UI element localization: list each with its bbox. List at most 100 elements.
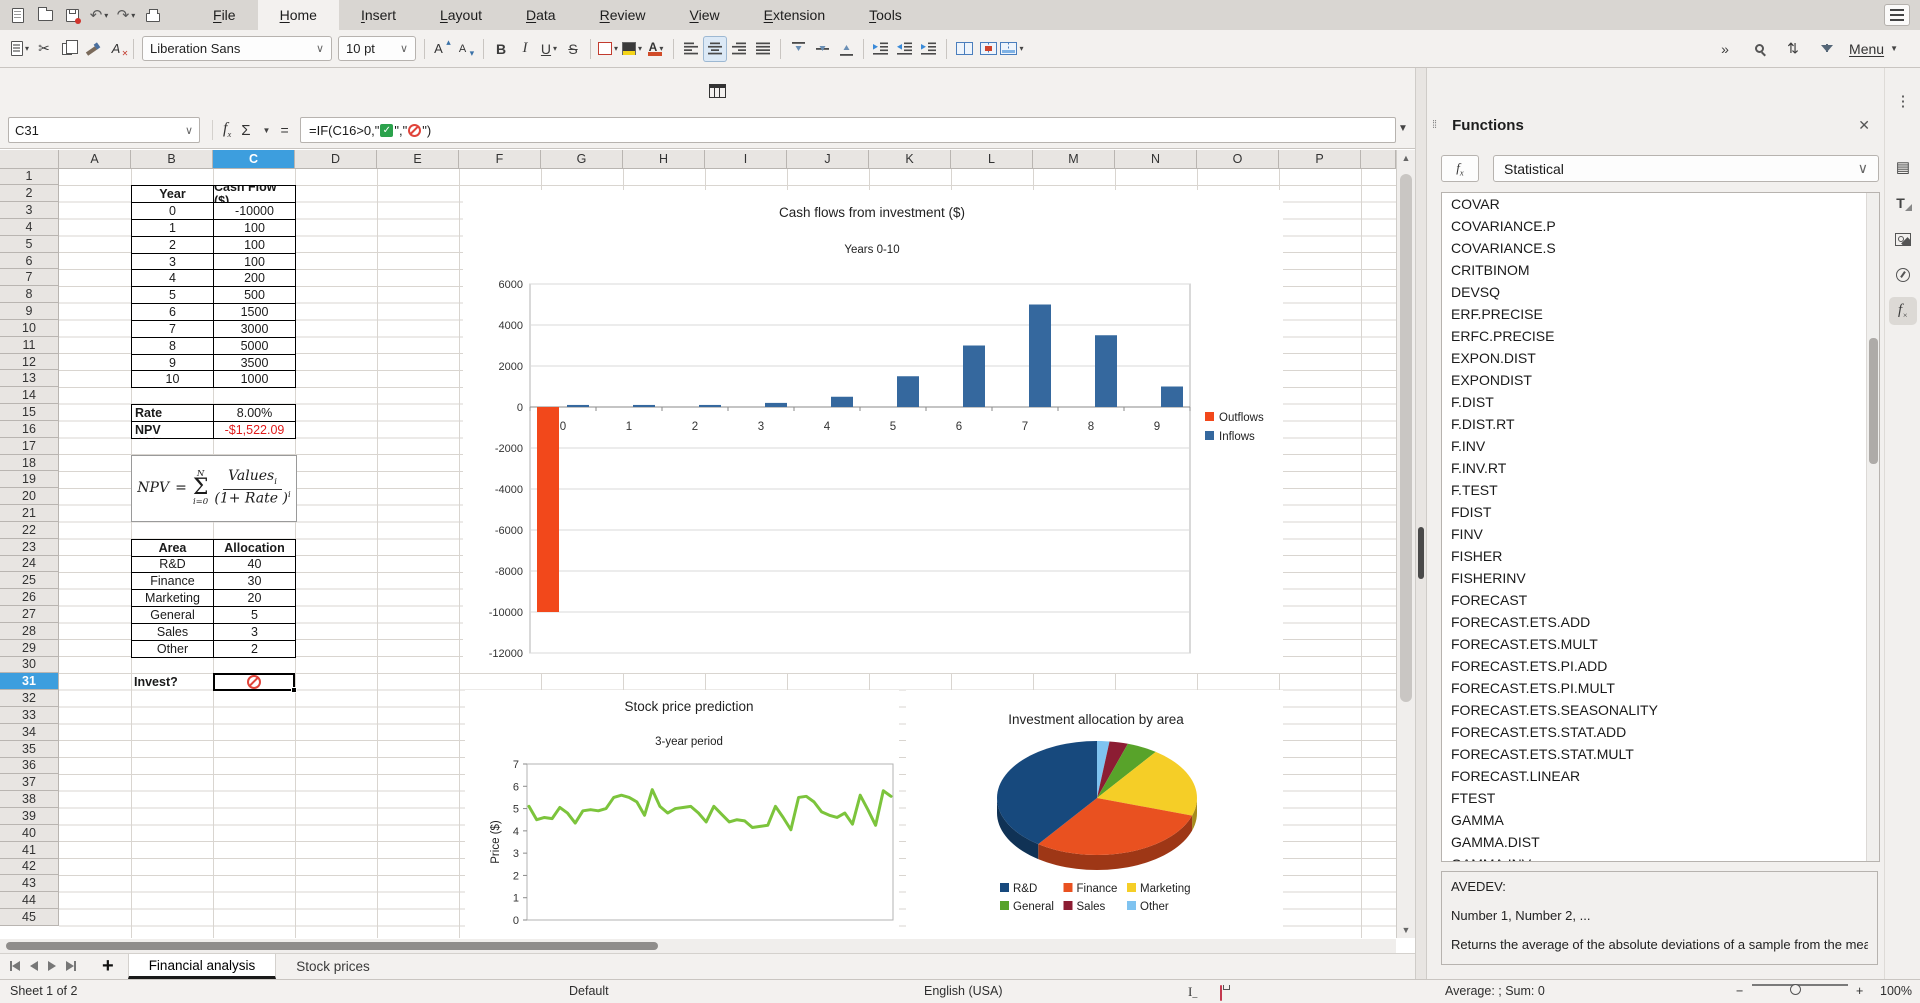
vertical-scrollbar[interactable]: ▲ ▼ bbox=[1396, 150, 1415, 938]
align-right-icon[interactable] bbox=[727, 36, 751, 62]
table-cell[interactable]: 1000 bbox=[214, 371, 296, 388]
function-list-item[interactable]: FISHERINV bbox=[1442, 567, 1879, 589]
row-header-5[interactable]: 5 bbox=[0, 236, 59, 253]
name-box[interactable]: C31∨ bbox=[8, 117, 200, 143]
table-cell[interactable]: 2 bbox=[132, 237, 214, 254]
column-header-K[interactable]: K bbox=[869, 150, 951, 169]
table-cell[interactable]: 1500 bbox=[214, 304, 296, 321]
column-header-A[interactable]: A bbox=[59, 150, 131, 169]
function-list-item[interactable]: FORECAST.ETS.PI.ADD bbox=[1442, 655, 1879, 677]
borders-icon[interactable]: ▾ bbox=[596, 36, 620, 62]
table-cell[interactable]: 100 bbox=[214, 237, 296, 254]
row-header-8[interactable]: 8 bbox=[0, 286, 59, 303]
menu-tab-data[interactable]: Data bbox=[504, 0, 578, 30]
function-list-item[interactable]: FORECAST.ETS.MULT bbox=[1442, 633, 1879, 655]
copy-icon[interactable] bbox=[56, 36, 80, 62]
row-header-11[interactable]: 11 bbox=[0, 337, 59, 354]
row-header-34[interactable]: 34 bbox=[0, 724, 59, 741]
row-header-43[interactable]: 43 bbox=[0, 875, 59, 892]
row-header-19[interactable]: 19 bbox=[0, 471, 59, 488]
row-header-3[interactable]: 3 bbox=[0, 202, 59, 219]
category-select[interactable]: Statistical∨ bbox=[1493, 155, 1879, 182]
column-header-partial[interactable] bbox=[1361, 150, 1396, 169]
grow-font-icon[interactable]: A bbox=[430, 36, 454, 62]
menu-tab-tools[interactable]: Tools bbox=[847, 0, 924, 30]
menu-tab-file[interactable]: File bbox=[191, 0, 258, 30]
menu-tab-home[interactable]: Home bbox=[258, 0, 339, 30]
last-sheet-icon[interactable] bbox=[66, 958, 76, 976]
row-header-15[interactable]: 15 bbox=[0, 404, 59, 421]
table-cell[interactable]: 40 bbox=[214, 557, 296, 574]
table-cell[interactable]: NPV bbox=[132, 422, 214, 439]
table-cell[interactable]: 500 bbox=[214, 287, 296, 304]
function-list-item[interactable]: FINV bbox=[1442, 523, 1879, 545]
table-cell[interactable]: Rate bbox=[132, 405, 214, 422]
merge-cells-icon[interactable] bbox=[952, 36, 976, 62]
autosum-dropdown-icon[interactable]: ▼ bbox=[263, 126, 271, 135]
column-header-G[interactable]: G bbox=[541, 150, 623, 169]
row-header-30[interactable]: 30 bbox=[0, 657, 59, 674]
sidebar-settings-icon[interactable]: ⋮ bbox=[1889, 87, 1917, 115]
function-list-item[interactable]: F.INV.RT bbox=[1442, 457, 1879, 479]
merge-center-icon[interactable] bbox=[976, 36, 1000, 62]
table-cell[interactable]: 3000 bbox=[214, 321, 296, 338]
row-header-26[interactable]: 26 bbox=[0, 589, 59, 606]
clone-formatting-icon[interactable] bbox=[80, 36, 104, 62]
row-header-14[interactable]: 14 bbox=[0, 387, 59, 404]
sidebar-deck-properties-icon[interactable]: ▤ bbox=[1889, 153, 1917, 181]
select-all-corner[interactable] bbox=[0, 150, 59, 169]
row-header-32[interactable]: 32 bbox=[0, 690, 59, 707]
row-header-42[interactable]: 42 bbox=[0, 859, 59, 876]
row-header-44[interactable]: 44 bbox=[0, 892, 59, 909]
function-list-item[interactable]: FORECAST.ETS.SEASONALITY bbox=[1442, 699, 1879, 721]
table-cell[interactable]: Year bbox=[132, 186, 214, 203]
italic-icon[interactable]: I bbox=[513, 36, 537, 62]
previous-sheet-icon[interactable] bbox=[30, 958, 38, 976]
function-list-item[interactable]: COVARIANCE.P bbox=[1442, 215, 1879, 237]
row-header-27[interactable]: 27 bbox=[0, 606, 59, 623]
autofilter-icon[interactable] bbox=[1815, 36, 1839, 62]
function-list-item[interactable]: ERFC.PRECISE bbox=[1442, 325, 1879, 347]
row-header-35[interactable]: 35 bbox=[0, 741, 59, 758]
function-list-scrollbar-thumb[interactable] bbox=[1869, 338, 1878, 464]
menu-tab-extension[interactable]: Extension bbox=[742, 0, 848, 30]
first-sheet-icon[interactable] bbox=[10, 958, 20, 976]
unmerge-cells-icon[interactable]: ▾ bbox=[1000, 36, 1024, 62]
align-left-icon[interactable] bbox=[679, 36, 703, 62]
sheet-info[interactable]: Sheet 1 of 2 bbox=[10, 984, 77, 998]
equals-icon[interactable]: = bbox=[280, 122, 288, 138]
table-cell[interactable]: 3 bbox=[214, 624, 296, 641]
function-list-item[interactable]: F.DIST bbox=[1442, 391, 1879, 413]
column-header-B[interactable]: B bbox=[131, 150, 213, 169]
table-cell[interactable]: General bbox=[132, 607, 214, 624]
function-list-item[interactable]: FISHER bbox=[1442, 545, 1879, 567]
align-top-icon[interactable] bbox=[786, 36, 810, 62]
sidebar-deck-styles-icon[interactable]: T bbox=[1889, 189, 1917, 217]
vertical-scrollbar-thumb[interactable] bbox=[1400, 174, 1412, 702]
table-cell[interactable]: 9 bbox=[132, 355, 214, 372]
print-icon[interactable] bbox=[143, 5, 163, 25]
column-header-J[interactable]: J bbox=[787, 150, 869, 169]
row-header-21[interactable]: 21 bbox=[0, 505, 59, 522]
row-header-40[interactable]: 40 bbox=[0, 825, 59, 842]
row-header-41[interactable]: 41 bbox=[0, 842, 59, 859]
row-header-16[interactable]: 16 bbox=[0, 421, 59, 438]
add-sheet-button[interactable]: + bbox=[88, 954, 128, 979]
table-cell[interactable]: Sales bbox=[132, 624, 214, 641]
table-cell[interactable]: 7 bbox=[132, 321, 214, 338]
horizontal-scrollbar-thumb[interactable] bbox=[6, 942, 658, 950]
zoom-out-icon[interactable]: − bbox=[1736, 984, 1743, 998]
menu-tab-review[interactable]: Review bbox=[578, 0, 668, 30]
redo-icon[interactable]: ↷▾ bbox=[116, 5, 136, 25]
new-document-icon[interactable] bbox=[8, 5, 28, 25]
strikethrough-icon[interactable]: S bbox=[561, 36, 585, 62]
function-list-item[interactable]: FORECAST bbox=[1442, 589, 1879, 611]
table-cell[interactable]: 1 bbox=[132, 220, 214, 237]
function-list-item[interactable]: EXPON.DIST bbox=[1442, 347, 1879, 369]
bar-chart-cashflows[interactable]: Cash flows from investment ($)Years 0-10… bbox=[463, 190, 1283, 673]
function-list-item[interactable]: F.INV bbox=[1442, 435, 1879, 457]
decrease-indent-icon[interactable] bbox=[893, 36, 917, 62]
autosum-icon[interactable]: Σ bbox=[241, 122, 250, 139]
function-wizard-button[interactable]: fx bbox=[1441, 155, 1479, 182]
paste-icon[interactable]: ▾ bbox=[8, 36, 32, 62]
